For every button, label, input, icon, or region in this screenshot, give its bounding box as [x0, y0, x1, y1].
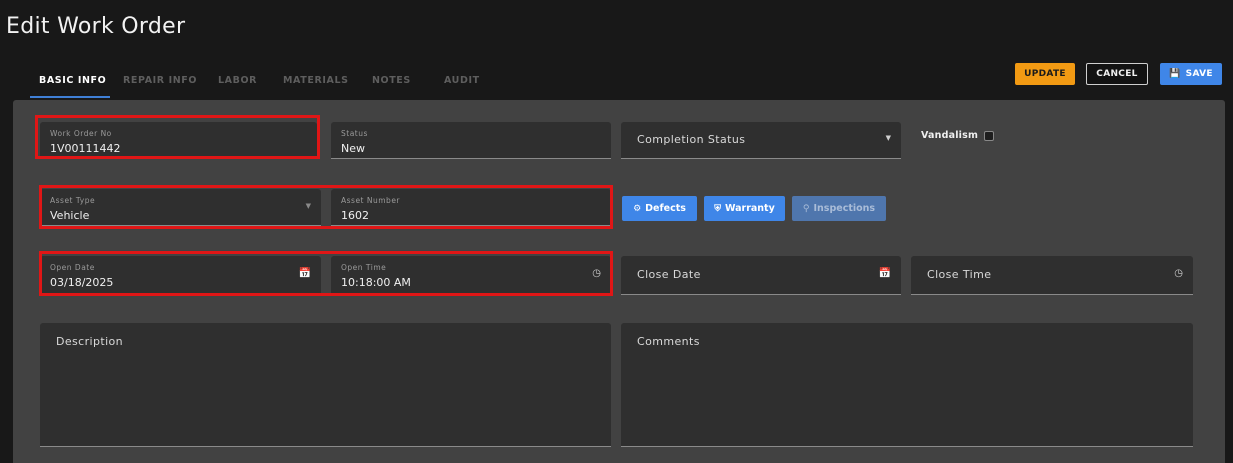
asset-number-field[interactable]: Asset Number 1602: [331, 189, 611, 226]
warranty-label: Warranty: [724, 203, 775, 214]
dropdown-arrow-icon: ▼: [885, 134, 891, 142]
asset-type-select[interactable]: Asset Type Vehicle ▼: [40, 189, 321, 226]
open-date-label: Open Date: [50, 263, 95, 272]
tab-basic-info[interactable]: BASIC INFO: [39, 66, 106, 98]
open-date-field[interactable]: Open Date 03/18/2025 📅: [40, 256, 321, 294]
vandalism-checkbox[interactable]: [984, 131, 994, 141]
completion-status-placeholder: Completion Status: [637, 133, 746, 146]
open-time-label: Open Time: [341, 263, 387, 272]
comments-placeholder: Comments: [637, 335, 700, 348]
cancel-button[interactable]: CANCEL: [1086, 63, 1148, 85]
save-button[interactable]: 💾 SAVE: [1160, 63, 1222, 85]
asset-number-label: Asset Number: [341, 196, 401, 205]
inspections-button[interactable]: ⚲ Inspections: [792, 196, 886, 221]
close-time-field[interactable]: Close Time ◷: [911, 256, 1193, 295]
clock-icon[interactable]: ◷: [592, 268, 601, 279]
defects-button[interactable]: ⚙ Defects: [622, 196, 697, 221]
close-date-placeholder: Close Date: [637, 268, 701, 281]
clock-icon[interactable]: ◷: [1174, 268, 1183, 279]
description-placeholder: Description: [56, 335, 124, 348]
status-label: Status: [341, 129, 368, 138]
inspections-label: Inspections: [813, 203, 876, 214]
tab-repair-info[interactable]: REPAIR INFO: [123, 66, 197, 98]
shield-icon: ⛨: [714, 204, 721, 214]
open-time-field[interactable]: Open Time 10:18:00 AM ◷: [331, 256, 611, 294]
close-time-placeholder: Close Time: [927, 268, 992, 281]
close-date-field[interactable]: Close Date 📅: [621, 256, 901, 295]
asset-type-value: Vehicle: [50, 209, 90, 222]
search-icon: ⚲: [802, 204, 810, 214]
asset-number-value: 1602: [341, 209, 369, 222]
asset-type-label: Asset Type: [50, 196, 96, 205]
gear-icon: ⚙: [633, 204, 642, 214]
tab-notes[interactable]: NOTES: [372, 66, 411, 98]
page-title: Edit Work Order: [6, 14, 186, 39]
work-order-no-label: Work Order No: [50, 129, 112, 138]
tab-materials[interactable]: MATERIALS: [283, 66, 349, 98]
calendar-icon[interactable]: 📅: [299, 268, 311, 279]
comments-textarea[interactable]: Comments: [621, 323, 1193, 447]
description-textarea[interactable]: Description: [40, 323, 611, 447]
work-order-no-value: 1V00111442: [50, 142, 121, 155]
active-tab-indicator: [30, 96, 110, 98]
defects-label: Defects: [645, 203, 686, 214]
tab-audit[interactable]: AUDIT: [444, 66, 480, 98]
status-field[interactable]: Status New: [331, 122, 611, 159]
calendar-icon[interactable]: 📅: [879, 268, 891, 279]
dropdown-arrow-icon: ▼: [305, 202, 311, 210]
save-icon: 💾: [1169, 69, 1181, 79]
save-button-label: SAVE: [1185, 69, 1213, 79]
status-value: New: [341, 142, 365, 155]
tab-labor[interactable]: LABOR: [218, 66, 257, 98]
open-time-value: 10:18:00 AM: [341, 276, 411, 289]
vandalism-label: Vandalism: [921, 130, 979, 141]
completion-status-select[interactable]: Completion Status ▼: [621, 122, 901, 159]
update-button[interactable]: UPDATE: [1015, 63, 1075, 85]
warranty-button[interactable]: ⛨ Warranty: [704, 196, 785, 221]
work-order-no-field[interactable]: Work Order No 1V00111442: [40, 122, 317, 159]
open-date-value: 03/18/2025: [50, 276, 114, 289]
